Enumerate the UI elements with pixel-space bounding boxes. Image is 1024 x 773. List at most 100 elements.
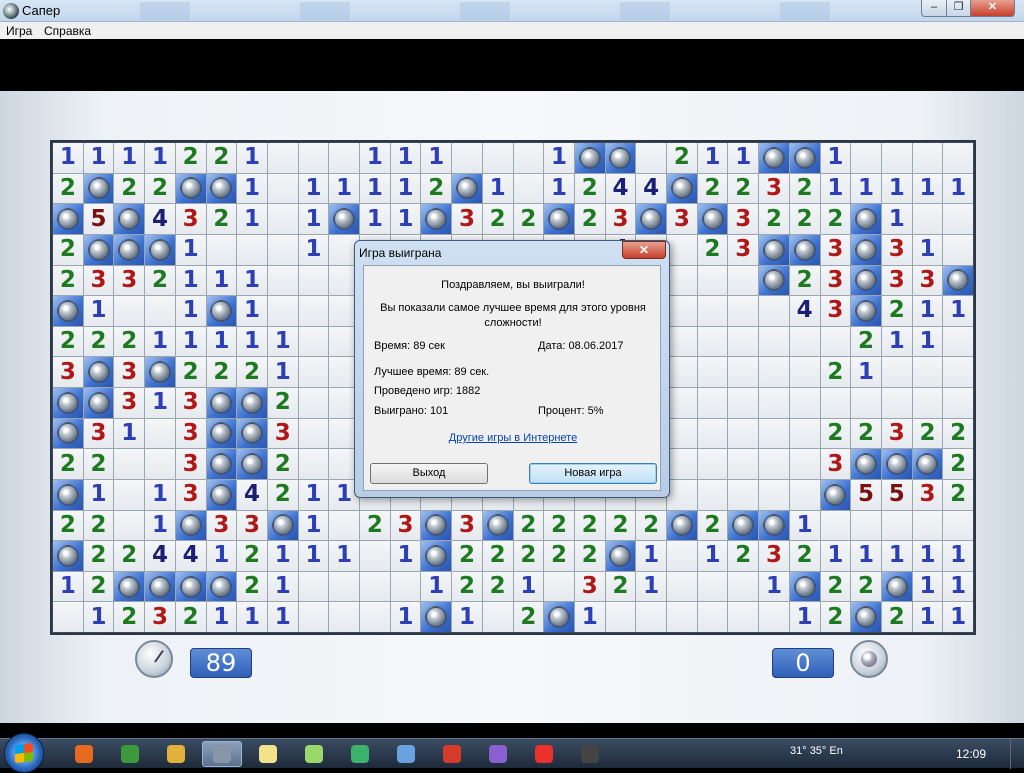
mine-cell[interactable] <box>789 143 820 173</box>
number-cell[interactable]: 3 <box>759 541 789 571</box>
mine-cell[interactable] <box>206 296 237 326</box>
empty-cell[interactable] <box>513 143 544 173</box>
empty-cell[interactable] <box>298 357 329 387</box>
empty-cell[interactable] <box>452 143 482 173</box>
empty-cell[interactable] <box>667 602 697 632</box>
number-cell[interactable]: 2 <box>267 479 298 510</box>
empty-cell[interactable] <box>298 571 329 602</box>
number-cell[interactable]: 3 <box>820 296 851 326</box>
mine-cell[interactable] <box>881 449 912 479</box>
empty-cell[interactable] <box>789 479 820 510</box>
terminal-taskbar-button[interactable] <box>340 741 380 767</box>
number-cell[interactable]: 3 <box>390 510 421 541</box>
empty-cell[interactable] <box>912 510 943 541</box>
empty-cell[interactable] <box>728 326 759 357</box>
number-cell[interactable]: 2 <box>605 510 636 541</box>
number-cell[interactable]: 3 <box>759 173 789 204</box>
number-cell[interactable]: 2 <box>175 357 206 387</box>
number-cell[interactable]: 3 <box>237 510 267 541</box>
mine-cell[interactable] <box>421 602 452 632</box>
number-cell[interactable]: 2 <box>544 510 574 541</box>
number-cell[interactable]: 2 <box>820 571 851 602</box>
mine-cell[interactable] <box>697 204 728 234</box>
empty-cell[interactable] <box>329 571 359 602</box>
mine-cell[interactable] <box>943 265 973 296</box>
number-cell[interactable]: 1 <box>83 479 114 510</box>
empty-cell[interactable] <box>267 234 298 265</box>
number-cell[interactable]: 1 <box>544 143 574 173</box>
number-cell[interactable]: 1 <box>943 173 973 204</box>
empty-cell[interactable] <box>881 510 912 541</box>
number-cell[interactable]: 2 <box>114 326 145 357</box>
mine-cell[interactable] <box>53 479 83 510</box>
number-cell[interactable]: 2 <box>605 571 636 602</box>
number-cell[interactable]: 2 <box>851 418 881 449</box>
number-cell[interactable]: 2 <box>912 418 943 449</box>
mine-cell[interactable] <box>544 602 574 632</box>
number-cell[interactable]: 1 <box>145 479 175 510</box>
number-cell[interactable]: 2 <box>544 541 574 571</box>
number-cell[interactable]: 1 <box>83 296 114 326</box>
show-desktop-button[interactable] <box>1010 739 1024 769</box>
number-cell[interactable]: 1 <box>574 602 605 632</box>
number-cell[interactable]: 1 <box>452 602 482 632</box>
number-cell[interactable]: 2 <box>636 510 666 541</box>
number-cell[interactable]: 1 <box>237 326 267 357</box>
number-cell[interactable]: 2 <box>237 541 267 571</box>
number-cell[interactable]: 1 <box>881 204 912 234</box>
empty-cell[interactable] <box>544 571 574 602</box>
number-cell[interactable]: 1 <box>298 204 329 234</box>
number-cell[interactable]: 4 <box>605 173 636 204</box>
number-cell[interactable]: 3 <box>175 418 206 449</box>
number-cell[interactable]: 3 <box>175 449 206 479</box>
number-cell[interactable]: 1 <box>360 173 390 204</box>
empty-cell[interactable] <box>298 602 329 632</box>
number-cell[interactable]: 2 <box>237 571 267 602</box>
mine-cell[interactable] <box>851 234 881 265</box>
empty-cell[interactable] <box>881 143 912 173</box>
mine-cell[interactable] <box>53 541 83 571</box>
number-cell[interactable]: 3 <box>881 265 912 296</box>
number-cell[interactable]: 2 <box>513 541 544 571</box>
empty-cell[interactable] <box>697 296 728 326</box>
mine-cell[interactable] <box>53 296 83 326</box>
number-cell[interactable]: 1 <box>820 143 851 173</box>
number-cell[interactable]: 2 <box>881 296 912 326</box>
number-cell[interactable]: 1 <box>390 173 421 204</box>
mine-cell[interactable] <box>145 357 175 387</box>
number-cell[interactable]: 1 <box>912 296 943 326</box>
empty-cell[interactable] <box>697 571 728 602</box>
number-cell[interactable]: 5 <box>83 204 114 234</box>
number-cell[interactable]: 3 <box>114 357 145 387</box>
empty-cell[interactable] <box>206 234 237 265</box>
number-cell[interactable]: 1 <box>943 541 973 571</box>
empty-cell[interactable] <box>360 541 390 571</box>
mine-cell[interactable] <box>421 541 452 571</box>
maximize-button[interactable]: ❐ <box>946 0 971 17</box>
taskbar-clock[interactable]: 12:09 <box>956 747 986 761</box>
empty-cell[interactable] <box>697 326 728 357</box>
start-button[interactable] <box>4 733 44 773</box>
number-cell[interactable]: 1 <box>206 265 237 296</box>
number-cell[interactable]: 2 <box>851 571 881 602</box>
number-cell[interactable]: 1 <box>881 541 912 571</box>
mine-cell[interactable] <box>175 510 206 541</box>
empty-cell[interactable] <box>298 326 329 357</box>
empty-cell[interactable] <box>697 449 728 479</box>
number-cell[interactable]: 1 <box>636 541 666 571</box>
number-cell[interactable]: 3 <box>452 204 482 234</box>
online-games-link[interactable]: Другие игры в Интернете <box>364 432 662 444</box>
number-cell[interactable]: 1 <box>697 143 728 173</box>
empty-cell[interactable] <box>728 449 759 479</box>
number-cell[interactable]: 1 <box>636 571 666 602</box>
empty-cell[interactable] <box>759 296 789 326</box>
minimize-button[interactable]: – <box>921 0 947 17</box>
number-cell[interactable]: 3 <box>881 418 912 449</box>
mine-cell[interactable] <box>237 418 267 449</box>
number-cell[interactable]: 1 <box>329 173 359 204</box>
number-cell[interactable]: 1 <box>789 510 820 541</box>
number-cell[interactable]: 1 <box>298 510 329 541</box>
number-cell[interactable]: 1 <box>513 571 544 602</box>
number-cell[interactable]: 2 <box>513 204 544 234</box>
mine-cell[interactable] <box>237 449 267 479</box>
